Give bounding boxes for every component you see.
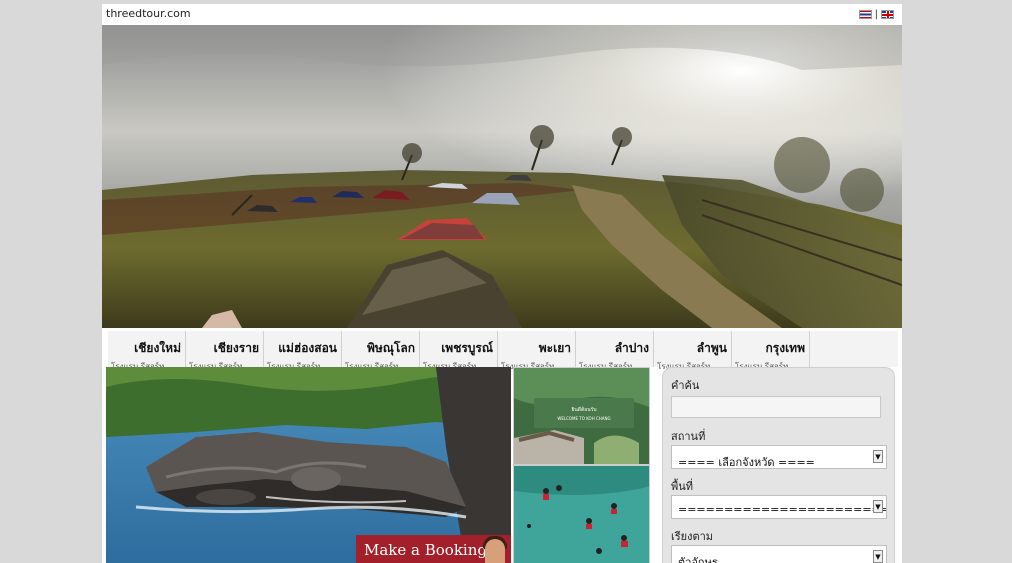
language-separator: | <box>874 9 878 20</box>
chevron-down-icon: ▼ <box>873 500 883 513</box>
thai-flag-icon[interactable] <box>858 10 872 19</box>
place-select-value: ==== เลือกจังหวัด ==== <box>678 456 815 469</box>
sort-select-value: ตัวอักษร <box>678 556 718 563</box>
booking-label: Make a Booking <box>364 541 487 559</box>
nav-label: กรุงเทพ <box>765 341 806 355</box>
search-panel: คำค้น สถานที่ ==== เลือกจังหวัด ==== ▼ พ… <box>662 367 895 563</box>
nav-label: พะเยา <box>538 341 571 355</box>
uk-flag-icon[interactable] <box>881 10 894 19</box>
keyword-label: คำค้น <box>671 379 700 392</box>
nav-item-bangkok[interactable]: กรุงเทพ โรงแรม รีสอร์ท <box>732 331 810 371</box>
nav-item-lamphun[interactable]: ลำพูน โรงแรม รีสอร์ท <box>654 331 732 371</box>
nav-label: เพชรบูรณ์ <box>441 341 493 355</box>
nav-item-phetchabun[interactable]: เพชรบูรณ์ โรงแรม รีสอร์ท <box>420 331 498 371</box>
nav-label: ลำพูน <box>696 341 727 355</box>
nav-item-chiang-mai[interactable]: เชียงใหม่ โรงแรม รีสอร์ท <box>108 331 186 371</box>
nav-label: เชียงใหม่ <box>134 341 181 355</box>
booking-agent-face <box>485 539 505 563</box>
nav-item-mae-hong-son[interactable]: แม่ฮ่องสอน โรงแรม รีสอร์ท <box>264 331 342 371</box>
svg-text:WELCOME TO KOH CHANG: WELCOME TO KOH CHANG <box>557 416 610 421</box>
nav-item-lampang[interactable]: ลำปาง โรงแรม รีสอร์ท <box>576 331 654 371</box>
keyword-input[interactable] <box>671 396 881 418</box>
nav-item-phayao[interactable]: พะเยา โรงแรม รีสอร์ท <box>498 331 576 371</box>
nav-label: แม่ฮ่องสอน <box>278 341 337 355</box>
chevron-down-icon: ▼ <box>873 450 883 463</box>
place-select[interactable]: ==== เลือกจังหวัด ==== ▼ <box>671 445 887 469</box>
place-label: สถานที่ <box>671 430 706 443</box>
page-container: threedtour.com | เชียงใหม่ โรงแรม รีสอร์… <box>102 4 902 563</box>
language-switcher: | <box>858 9 894 20</box>
thumbnail-welcome-sign[interactable]: ยินดีต้อนรับ WELCOME TO KOH CHANG <box>513 367 650 465</box>
province-nav: เชียงใหม่ โรงแรม รีสอร์ท เชียงราย โรงแรม… <box>108 331 898 371</box>
chevron-down-icon: ▼ <box>873 550 883 563</box>
nav-label: พิษณุโลก <box>366 341 415 355</box>
svg-text:ยินดีต้อนรับ: ยินดีต้อนรับ <box>571 406 596 413</box>
top-bar: threedtour.com | <box>102 4 902 25</box>
nav-item-phitsanulok[interactable]: พิษณุโลก โรงแรม รีสอร์ท <box>342 331 420 371</box>
main-slideshow-image[interactable]: Make a Booking <box>106 367 511 563</box>
hero-banner-image <box>102 25 902 328</box>
nav-label: เชียงราย <box>213 341 259 355</box>
nav-label: ลำปาง <box>614 341 649 355</box>
sort-select[interactable]: ตัวอักษร ▼ <box>671 545 887 563</box>
site-name[interactable]: threedtour.com <box>106 7 191 20</box>
nav-item-chiang-rai[interactable]: เชียงราย โรงแรม รีสอร์ท <box>186 331 264 371</box>
area-label: พื้นที่ <box>671 480 694 493</box>
sort-label: เรียงตาม <box>671 530 714 543</box>
thumbnail-swimming[interactable] <box>513 465 650 563</box>
make-a-booking-button[interactable]: Make a Booking <box>356 535 511 563</box>
area-select-value: ======================== <box>678 503 887 516</box>
area-select[interactable]: ======================== ▼ <box>671 495 887 519</box>
